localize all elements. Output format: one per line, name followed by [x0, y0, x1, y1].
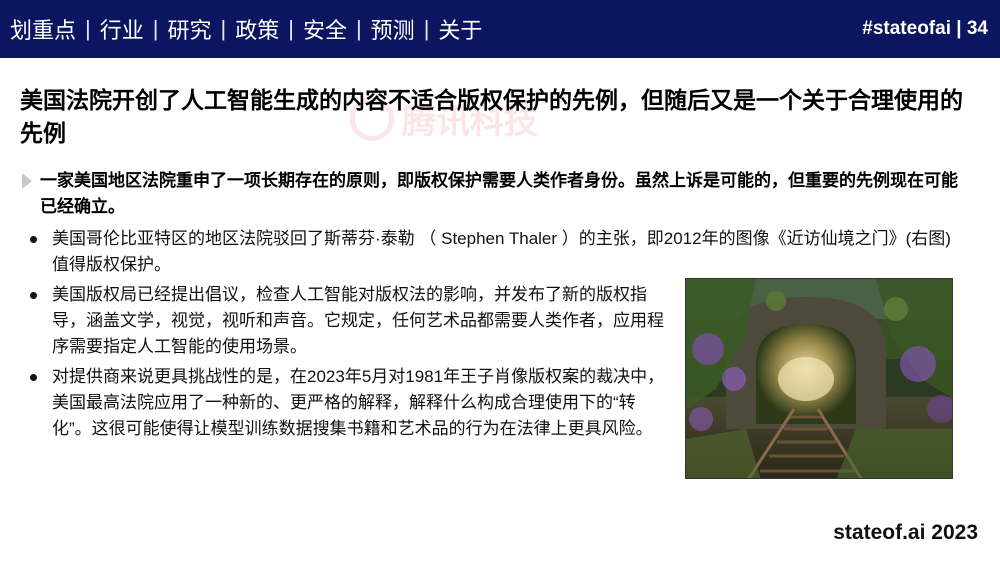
nav-separator: | — [423, 16, 430, 41]
nav-item-about[interactable]: 关于 — [438, 13, 482, 45]
list-item-text: 美国版权局已经提出倡议，检查人工智能对版权法的影响，并发布了新的版权指导，涵盖文… — [52, 285, 664, 356]
section-nav: 划重点 | 行业 | 研究 | 政策 | 安全 | 预测 | 关于 — [10, 13, 482, 45]
nav-separator: | — [355, 16, 362, 41]
bullet-dot-icon — [30, 236, 37, 243]
nav-item-industry[interactable]: 行业 — [100, 13, 144, 45]
nav-item-predictions[interactable]: 预测 — [371, 13, 415, 45]
bullet-dot-icon — [30, 374, 37, 381]
lead-text: 一家美国地区法院重申了一项长期存在的原则，即版权保护需要人类作者身份。虽然上诉是… — [40, 171, 958, 216]
lead-paragraph: 一家美国地区法院重申了一项长期存在的原则，即版权保护需要人类作者身份。虽然上诉是… — [22, 168, 967, 220]
top-navigation-bar: 划重点 | 行业 | 研究 | 政策 | 安全 | 预测 | 关于 #state… — [0, 0, 1000, 58]
list-item-text: 美国哥伦比亚特区的地区法院驳回了斯蒂芬·泰勒 （ Stephen Thaler … — [52, 229, 951, 274]
nav-item-politics[interactable]: 政策 — [235, 13, 279, 45]
nav-separator: | — [152, 16, 159, 41]
artwork-image — [685, 278, 953, 479]
footer-brand: stateof.ai 2023 — [833, 521, 978, 544]
list-item: 对提供商来说更具挑战性的是，在2023年5月对1981年王子肖像版权案的裁决中，… — [30, 364, 670, 442]
list-item: 美国哥伦比亚特区的地区法院驳回了斯蒂芬·泰勒 （ Stephen Thaler … — [30, 226, 965, 278]
nav-item-highlights[interactable]: 划重点 — [10, 13, 76, 45]
nav-separator: | — [85, 16, 91, 41]
list-item: 美国版权局已经提出倡议，检查人工智能对版权法的影响，并发布了新的版权指导，涵盖文… — [30, 282, 670, 360]
nav-separator: | — [288, 16, 294, 41]
tunnel-railway-artwork — [686, 279, 952, 478]
triangle-bullet-icon — [22, 173, 32, 189]
slide-title: 美国法院开创了人工智能生成的内容不适合版权保护的先例，但随后又是一个关于合理使用… — [20, 87, 963, 146]
list-item-text: 对提供商来说更具挑战性的是，在2023年5月对1981年王子肖像版权案的裁决中，… — [52, 367, 665, 438]
bullet-dot-icon — [30, 292, 37, 299]
nav-item-research[interactable]: 研究 — [167, 13, 211, 45]
nav-separator: | — [220, 16, 227, 41]
nav-item-safety[interactable]: 安全 — [303, 13, 347, 45]
slide-tag: #stateofai | 34 — [862, 18, 988, 39]
